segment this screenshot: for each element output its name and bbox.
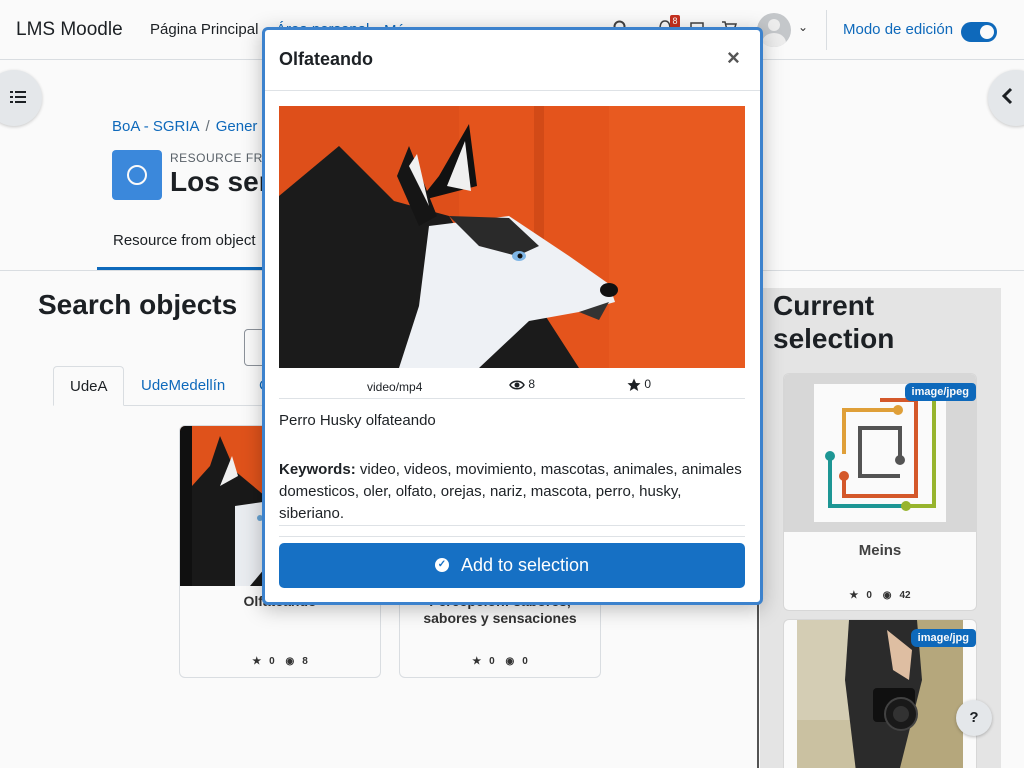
- resource-description: Perro Husky olfateando: [279, 412, 436, 429]
- star-icon: [627, 378, 641, 391]
- likes-stat: 0: [627, 377, 651, 392]
- resource-meta-row: video/mp4 8 0: [279, 376, 745, 398]
- views-stat: 8: [509, 377, 535, 391]
- meta-divider: [279, 398, 745, 399]
- add-to-selection-button[interactable]: ✓ Add to selection: [279, 543, 745, 588]
- resource-keywords: Keywords: video, videos, movimiento, mas…: [279, 459, 745, 525]
- resource-preview-modal: Olfateando × video/mp4 8 0 Perro Husky o…: [262, 27, 763, 605]
- video-player[interactable]: [279, 106, 745, 368]
- modal-title: Olfateando: [279, 49, 374, 69]
- likes-count: 0: [644, 377, 652, 391]
- mime-type-label: video/mp4: [367, 380, 423, 394]
- modal-header-divider: [265, 90, 760, 91]
- keywords-label: Keywords:: [279, 461, 356, 478]
- add-to-selection-label: Add to selection: [460, 555, 590, 575]
- check-circle-icon: ✓: [434, 557, 449, 572]
- eye-icon: [509, 380, 525, 390]
- husky-video-frame: [279, 106, 745, 368]
- keywords-divider: [279, 525, 745, 526]
- close-icon[interactable]: ×: [727, 47, 740, 69]
- footer-divider: [279, 536, 745, 537]
- views-count: 8: [528, 377, 536, 391]
